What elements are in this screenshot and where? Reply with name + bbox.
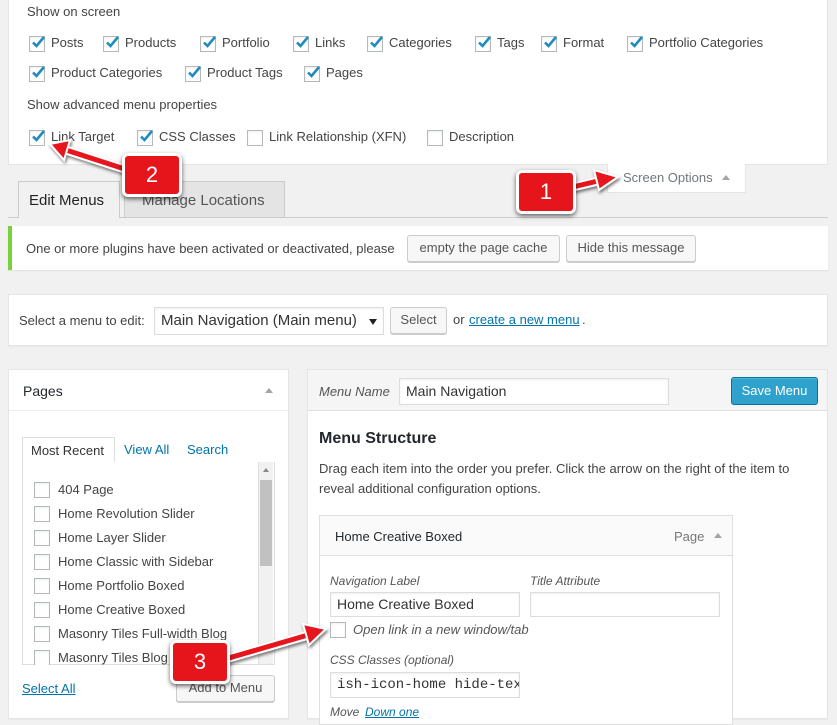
move-down-link[interactable]: Down one [365, 705, 419, 719]
menu-structure-desc: Drag each item into the order you prefer… [319, 461, 790, 496]
title-attribute-input[interactable] [530, 592, 720, 617]
annotation-badge-3: 3 [170, 640, 230, 684]
page-checkbox[interactable] [34, 482, 50, 498]
page-checkbox[interactable] [34, 554, 50, 570]
annotation-badge-2: 2 [122, 153, 182, 197]
page-checkbox[interactable] [34, 626, 50, 642]
page-label: Home Classic with Sidebar [58, 554, 214, 569]
page-label: Home Revolution Slider [58, 506, 195, 521]
page-label: Masonry Tiles Blog [58, 650, 168, 665]
page-checkbox[interactable] [34, 578, 50, 594]
nav-label-title: Navigation Label [330, 574, 420, 588]
page-label: Home Layer Slider [58, 530, 166, 545]
new-window-checkbox[interactable] [330, 622, 346, 638]
page-checkbox[interactable] [34, 650, 50, 665]
css-classes-input[interactable]: ish-icon-home hide-text [330, 672, 520, 698]
page-label: Home Portfolio Boxed [58, 578, 185, 593]
menu-item-type: Page [674, 529, 705, 544]
page-label: 404 Page [58, 482, 114, 497]
move-label: Move [330, 705, 360, 719]
menu-name-input[interactable]: Main Navigation [399, 378, 669, 405]
menu-name-label: Menu Name [319, 384, 390, 399]
select-all-link[interactable]: Select All [22, 681, 75, 696]
menu-structure-title: Menu Structure [319, 430, 437, 447]
new-window-label: Open link in a new window/tab [353, 622, 529, 637]
nav-label-input[interactable]: Home Creative Boxed [330, 592, 520, 617]
title-attribute-title: Title Attribute [530, 574, 601, 588]
page-label: Home Creative Boxed [58, 602, 186, 617]
page-checkbox[interactable] [34, 506, 50, 522]
page-label: Masonry Tiles Full-width Blog [58, 626, 228, 641]
menu-item-title: Home Creative Boxed [335, 529, 463, 544]
save-menu-button[interactable]: Save Menu [731, 377, 818, 405]
annotation-badge-1: 1 [516, 170, 576, 214]
page-checkbox[interactable] [34, 602, 50, 618]
page-checkbox[interactable] [34, 530, 50, 546]
menu-item-toggle-icon[interactable] [714, 533, 722, 538]
css-classes-title: CSS Classes (optional) [330, 653, 455, 667]
